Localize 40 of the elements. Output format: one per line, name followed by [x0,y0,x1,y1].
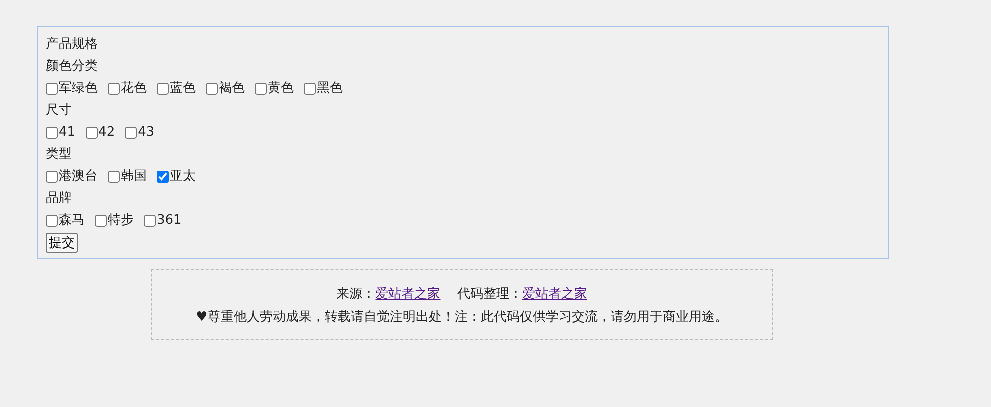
submit-button[interactable]: 提交 [46,233,78,253]
group-label: 颜色分类 [46,58,98,76]
form-title: 产品规格 [46,36,98,54]
checkbox-label: 43 [138,124,155,142]
checkbox-label: 黄色 [268,80,294,98]
checkbox[interactable] [46,215,58,227]
checkbox-label: 韩国 [121,168,147,186]
checkbox-label: 亚太 [170,168,196,186]
checkbox[interactable] [157,83,169,95]
organizer-link[interactable]: 爱站者之家 [522,287,588,302]
checkbox[interactable] [144,215,156,227]
group-label: 品牌 [46,190,72,208]
checkbox[interactable] [108,171,120,183]
checkbox[interactable] [157,171,169,183]
checkbox-label: 褐色 [219,80,245,98]
group-label: 尺寸 [46,102,72,120]
checkbox-label: 森马 [59,212,85,230]
checkbox[interactable] [304,83,316,95]
source-link[interactable]: 爱站者之家 [376,287,441,302]
checkbox[interactable] [46,83,58,95]
checkbox-label: 蓝色 [170,80,196,98]
checkbox[interactable] [46,127,58,139]
checkbox-label: 港澳台 [59,168,98,186]
checkbox[interactable] [86,127,98,139]
checkbox[interactable] [255,83,267,95]
source-line: 来源：爱站者之家 代码整理：爱站者之家 [336,286,588,304]
notice-text: ♥尊重他人劳动成果，转载请自觉注明出处！注：此代码仅供学习交流，请勿用于商业用途。 [196,309,728,327]
checkbox-label: 军绿色 [59,80,98,98]
checkbox[interactable] [108,83,120,95]
checkbox[interactable] [95,215,107,227]
checkbox-label: 42 [98,124,116,142]
checkbox[interactable] [206,83,218,95]
checkbox-label: 361 [157,212,182,230]
checkbox[interactable] [46,171,58,183]
group-label: 类型 [46,146,72,164]
checkbox[interactable] [125,127,138,139]
checkbox-label: 黑色 [317,80,343,98]
checkbox-label: 花色 [121,80,147,98]
checkbox-label: 特步 [108,212,134,230]
checkbox-label: 41 [59,124,76,142]
